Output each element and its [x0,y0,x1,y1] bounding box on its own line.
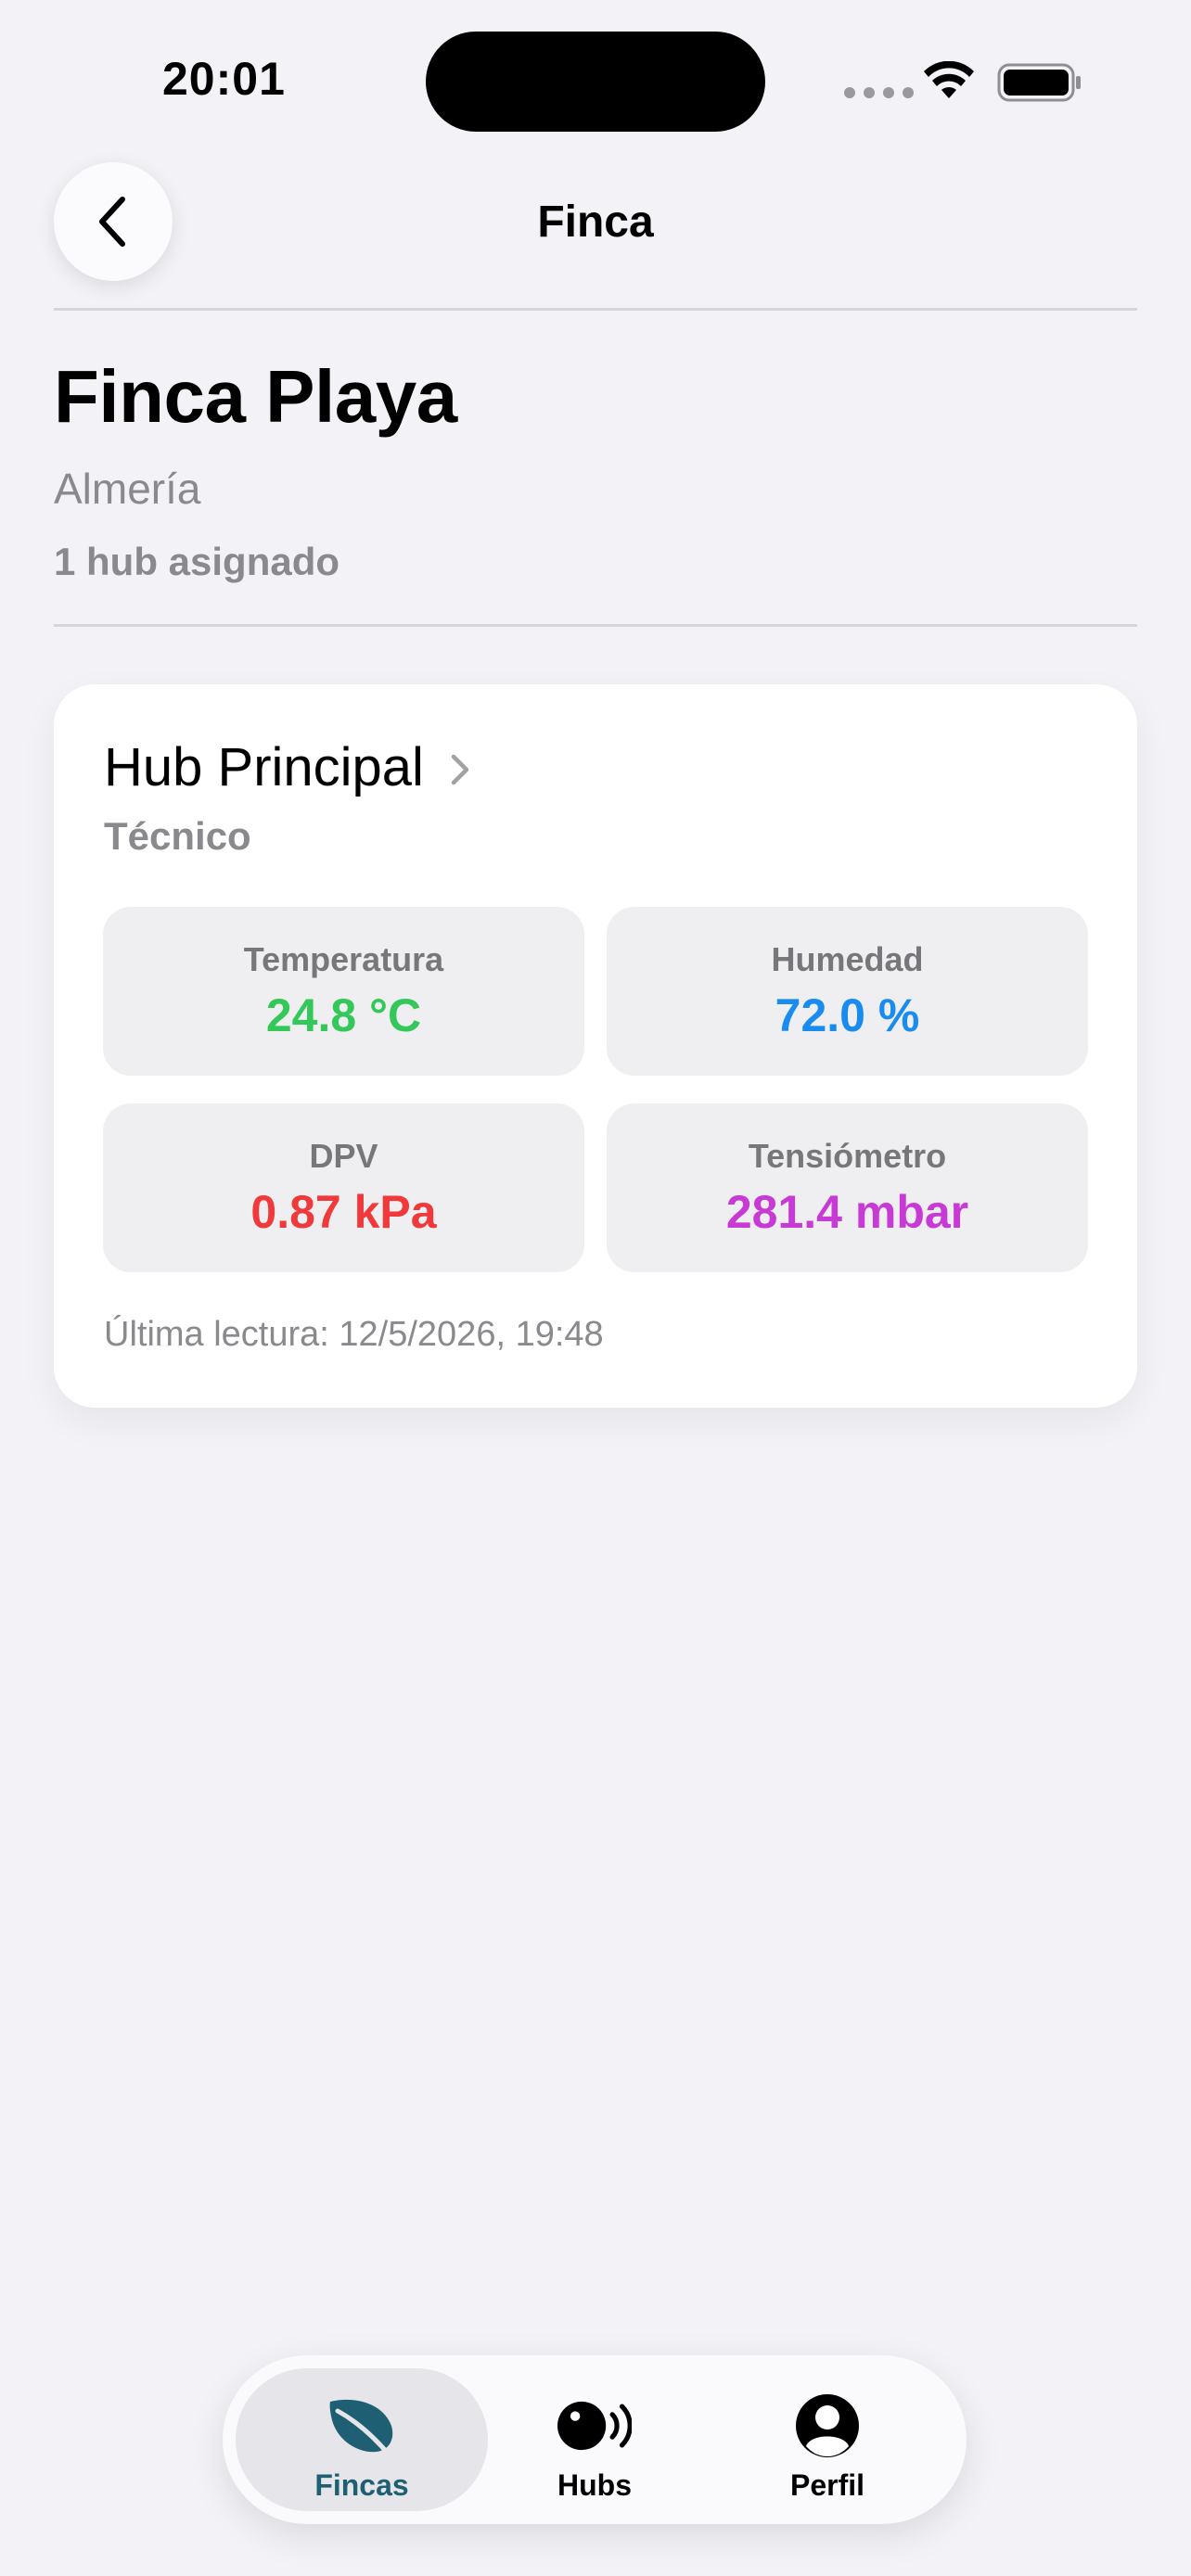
status-bar: 20:01 [0,0,1191,148]
farm-hub-count: 1 hub asignado [54,540,340,583]
metric-value: 0.87 kPa [250,1186,437,1238]
cellular-signal-icon [844,87,914,98]
hub-name: Hub Principal [104,737,424,797]
last-reading: Última lectura: 12/5/2026, 19:48 [104,1315,604,1354]
farm-location: Almería [54,465,201,513]
tab-label: Perfil [789,2468,865,2502]
tab-fincas[interactable]: Fincas [236,2368,488,2511]
metric-label: Tensiómetro [748,1137,947,1175]
battery-icon [997,63,1081,102]
status-time: 20:01 [162,53,286,105]
person-circle-icon [796,2394,859,2457]
metric-label: Humedad [771,940,924,978]
tab-label: Fincas [314,2468,409,2502]
metric-temperature: Temperatura 24.8 °C [103,907,584,1076]
hub-title-row[interactable]: Hub Principal [104,736,470,798]
section-divider [54,624,1137,627]
page-title: Finca [537,198,654,247]
hub-role: Técnico [104,814,251,858]
chevron-right-icon [451,754,469,784]
hub-card[interactable]: Hub Principal Técnico Temperatura 24.8 °… [54,684,1137,1408]
metric-value: 281.4 mbar [725,1186,969,1238]
sensor-broadcast-icon [557,2401,632,2451]
tab-perfil[interactable]: Perfil [701,2368,954,2511]
metric-value: 72.0 % [775,989,920,1041]
header-divider [54,308,1137,311]
leaf-icon [329,2399,393,2458]
farm-name: Finca Playa [54,355,457,438]
metric-tensiometer: Tensiómetro 281.4 mbar [607,1103,1088,1272]
metric-label: DPV [309,1137,378,1175]
tab-hubs[interactable]: Hubs [468,2368,721,2511]
dynamic-island [426,32,765,132]
metric-humidity: Humedad 72.0 % [607,907,1088,1076]
wifi-icon [924,61,974,98]
tab-bar: Fincas Hubs Perfil [223,2355,967,2524]
metric-dpv: DPV 0.87 kPa [103,1103,584,1272]
metric-label: Temperatura [243,940,444,978]
tab-label: Hubs [557,2468,632,2502]
metric-value: 24.8 °C [265,989,422,1041]
